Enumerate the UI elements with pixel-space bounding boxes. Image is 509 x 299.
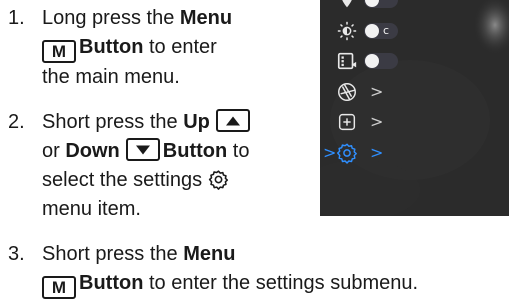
selection-indicator-icon: > (323, 143, 337, 162)
menu-item-settings[interactable]: > > (323, 140, 476, 166)
menu-item-add[interactable]: > (336, 109, 476, 135)
step-number: 3. (8, 243, 25, 265)
step-line: Long press the Menu (42, 7, 233, 29)
step-2: 2. Short press the Up or Down Button to s… (8, 108, 308, 226)
step-line: select the settings (42, 166, 253, 195)
up-key-icon (215, 109, 250, 132)
step-line: Short press the Menu (42, 243, 236, 265)
toggle-switch[interactable]: c (364, 23, 398, 39)
gear-icon (337, 143, 357, 164)
gear-icon (208, 170, 229, 190)
step-line: the main menu. (42, 66, 180, 88)
menu-item-location[interactable] (336, 0, 476, 13)
step-number: 1. (8, 7, 25, 29)
chevron-right-icon: > (370, 112, 384, 131)
toggle-switch[interactable] (364, 53, 398, 69)
aperture-icon (338, 83, 356, 101)
step-line: menu item. (42, 198, 141, 220)
device-screen: c > > > > (320, 0, 509, 216)
menu-item-brightness[interactable]: c (336, 18, 476, 44)
chevron-right-icon: > (370, 143, 384, 162)
step-line: M Button to enter (42, 33, 232, 63)
toggle-switch[interactable] (364, 0, 398, 8)
step-line: or Down Button to (42, 138, 250, 162)
menu-item-aperture[interactable]: > (336, 79, 476, 105)
add-box-icon (338, 113, 356, 131)
step-1: 1. Long press the Menu M Button to enter … (8, 4, 308, 94)
step-number: 2. (8, 111, 25, 133)
location-icon (342, 0, 352, 8)
chevron-right-icon: > (370, 82, 384, 101)
menu-item-recording[interactable] (336, 48, 476, 74)
down-key-icon (125, 138, 160, 161)
step-line: Short press the Up (42, 108, 253, 137)
menu-key-icon: M (42, 40, 76, 63)
step-text: Short press the Menu M Button to enter th… (42, 240, 418, 299)
recording-icon (337, 52, 357, 70)
step-text: Long press the Menu M Button to enter the… (42, 4, 232, 92)
step-3: 3. Short press the Menu M Button to enter… (8, 240, 508, 299)
step-text: Short press the Up or Down Button to sele… (42, 108, 253, 224)
menu-key-icon: M (42, 276, 76, 299)
brightness-icon (337, 21, 357, 41)
step-line: M Button to enter the settings submenu. (42, 269, 418, 299)
